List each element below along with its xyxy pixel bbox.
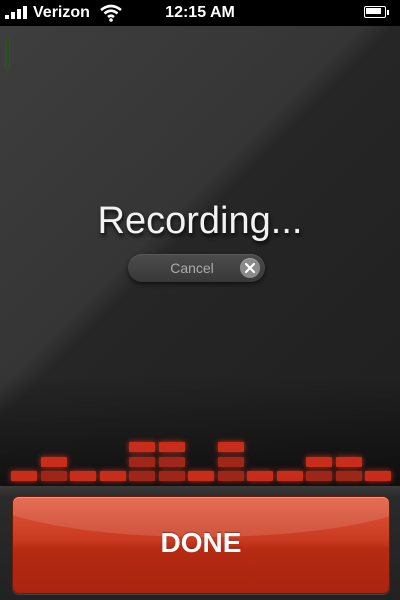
meter-segment	[306, 471, 332, 481]
meter-segment	[306, 456, 332, 467]
meter-segment	[40, 471, 67, 481]
meter-segment	[158, 442, 185, 452]
meter-segment	[129, 456, 155, 467]
meter-segment	[11, 471, 37, 481]
recording-screen: Verizon 12:15 AM Recording... Cancel DON…	[0, 0, 400, 600]
meter-segment	[335, 471, 362, 481]
meter-segment	[70, 471, 96, 481]
bottom-bar: DONE	[0, 486, 400, 600]
meter-segment	[129, 471, 155, 481]
meter-segment	[217, 471, 244, 481]
meter-segment	[40, 456, 67, 467]
meter-segment	[158, 456, 185, 467]
meter-segment	[129, 442, 155, 452]
meter-segment	[158, 471, 185, 481]
meter-segment	[99, 471, 126, 481]
meter-segment	[188, 471, 214, 481]
meter-segment	[365, 471, 391, 481]
done-label: DONE	[160, 527, 242, 558]
meter-segment	[247, 471, 273, 481]
audio-level-meter	[0, 0, 400, 486]
meter-segment	[276, 471, 303, 481]
meter-segment	[217, 456, 244, 467]
meter-segment	[335, 456, 362, 467]
done-button[interactable]: DONE	[12, 496, 390, 594]
meter-segment	[217, 442, 244, 452]
